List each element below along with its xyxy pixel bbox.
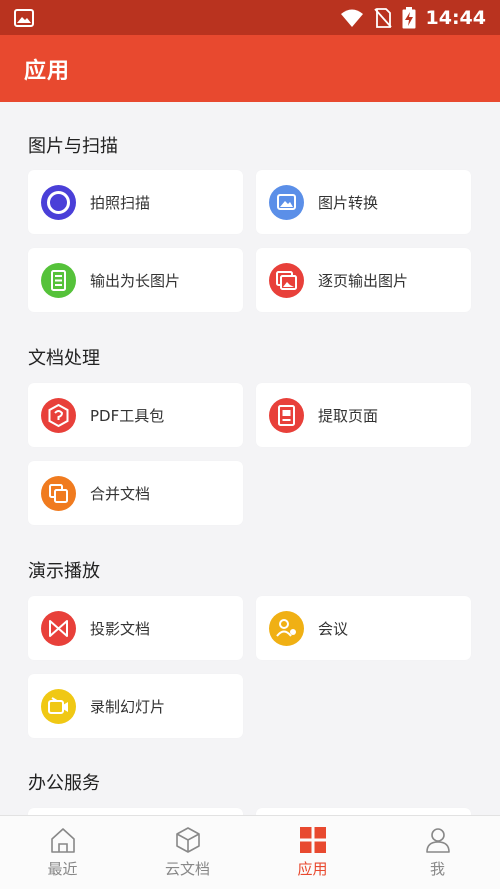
card-label: 提取页面 (318, 406, 379, 425)
meeting-icon (269, 610, 304, 646)
nav-recent[interactable]: 最近 (0, 816, 125, 889)
record-slides-card[interactable]: 录制幻灯片 (28, 674, 243, 738)
nav-cloud-docs[interactable]: 云文档 (125, 816, 250, 889)
section-title-image-scan: 图片与扫描 (28, 136, 118, 157)
nav-label: 我 (429, 860, 445, 878)
page-image-icon (269, 262, 304, 298)
project-doc-card[interactable]: 投影文档 (28, 596, 243, 660)
office-service-card-partial[interactable] (28, 808, 243, 815)
section-title-doc-process: 文档处理 (28, 348, 100, 369)
card-label: 图片转换 (318, 193, 379, 212)
card-label: 合并文档 (90, 484, 151, 503)
camera-scan-card[interactable]: 拍照扫描 (28, 170, 243, 234)
card-label: 逐页输出图片 (318, 271, 409, 290)
page-title: 应用 (24, 58, 71, 84)
extract-page-icon (269, 397, 304, 433)
cloud-box-icon (175, 827, 200, 853)
long-image-card[interactable]: 输出为长图片 (28, 248, 243, 312)
home-icon (50, 828, 75, 853)
status-time: 14:44 (425, 6, 486, 29)
pdf-toolkit-card[interactable]: PDF工具包 (28, 383, 243, 447)
camera-scan-icon (41, 184, 76, 220)
card-label: 录制幻灯片 (90, 697, 166, 716)
nav-me[interactable]: 我 (375, 816, 500, 889)
card-label: 输出为长图片 (90, 271, 181, 290)
nav-label: 应用 (297, 860, 328, 878)
extract-page-card[interactable]: 提取页面 (256, 383, 471, 447)
pdf-toolkit-icon (41, 397, 76, 433)
status-bar: 14:44 (0, 0, 500, 35)
image-convert-icon (269, 184, 304, 220)
project-doc-icon (41, 610, 76, 646)
battery-charging-icon (402, 6, 416, 28)
image-icon (14, 8, 34, 27)
card-label: 投影文档 (90, 619, 151, 638)
nav-label: 云文档 (164, 860, 210, 878)
merge-doc-card[interactable]: 合并文档 (28, 461, 243, 525)
nav-apps[interactable]: 应用 (250, 816, 375, 889)
page-image-card[interactable]: 逐页输出图片 (256, 248, 471, 312)
app-bar: 应用 (0, 35, 500, 102)
office-service-card-partial[interactable] (256, 808, 471, 815)
card-label: PDF工具包 (90, 406, 165, 425)
long-image-icon (41, 262, 76, 298)
image-convert-card[interactable]: 图片转换 (256, 170, 471, 234)
apps-content[interactable]: 图片与扫描 拍照扫描 图片转换 输出为长图片 逐页输出图片 文档处理 PDF工具… (0, 102, 500, 815)
profile-icon (425, 828, 450, 853)
section-title-office-services: 办公服务 (28, 773, 100, 794)
nav-label: 最近 (47, 860, 78, 878)
merge-doc-icon (41, 475, 76, 511)
card-label: 会议 (318, 619, 349, 638)
apps-grid-icon (299, 827, 326, 853)
card-label: 拍照扫描 (90, 193, 151, 212)
section-title-presentation: 演示播放 (28, 561, 100, 582)
no-sim-icon (373, 7, 392, 28)
wifi-icon (340, 9, 363, 27)
record-slides-icon (41, 688, 76, 724)
meeting-card[interactable]: 会议 (256, 596, 471, 660)
bottom-nav: 最近 云文档 应用 我 (0, 815, 500, 889)
